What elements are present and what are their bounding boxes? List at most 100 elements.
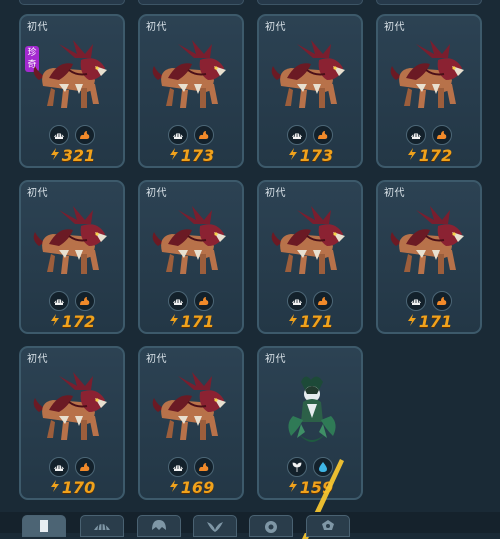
pet-card[interactable]: 初代 172 (376, 14, 482, 168)
shell-icon (168, 291, 188, 311)
pet-card[interactable]: 初代 172 (19, 180, 125, 334)
shell-icon (406, 291, 426, 311)
power-icon (168, 478, 180, 497)
winged-lion-creature (29, 372, 119, 450)
winged-lion-creature (148, 206, 238, 284)
power-icon (49, 312, 61, 331)
power-value: 171 (259, 312, 361, 331)
power-value: 173 (140, 146, 242, 165)
trait-icons (259, 125, 361, 145)
tab-emblem[interactable] (306, 515, 350, 537)
pet-card[interactable]: 初代 171 (376, 180, 482, 334)
power-number: 171 (418, 312, 453, 331)
generation-badge: 初代 (146, 22, 167, 33)
power-number: 321 (61, 146, 96, 165)
power-number: 170 (61, 478, 96, 497)
power-value: 172 (21, 312, 123, 331)
orb-icon (261, 518, 281, 538)
power-icon (287, 312, 299, 331)
shell-icon (92, 518, 112, 538)
pet-card[interactable]: 初代 169 (138, 346, 244, 500)
winged-lion-creature (267, 206, 357, 284)
power-number: 171 (299, 312, 334, 331)
pet-card[interactable]: 初代 170 (19, 346, 125, 500)
pet-card[interactable]: 初代 173 (138, 14, 244, 168)
category-tab-bar (0, 512, 500, 537)
pet-card[interactable]: 初代 珍奇 321 (19, 14, 125, 168)
tab-wing[interactable] (193, 515, 237, 537)
flame-icon (75, 125, 95, 145)
trait-icons (21, 291, 123, 311)
flame-icon (313, 125, 333, 145)
card-edge (138, 0, 244, 5)
power-icon (168, 146, 180, 165)
tab-orb[interactable] (249, 515, 293, 537)
generation-badge: 初代 (146, 188, 167, 199)
trait-icons (259, 291, 361, 311)
power-value: 171 (378, 312, 480, 331)
winged-lion-creature (386, 206, 476, 284)
flame-icon (194, 125, 214, 145)
generation-badge: 初代 (146, 354, 167, 365)
power-value: 169 (140, 478, 242, 497)
pet-card[interactable]: 初代 171 (138, 180, 244, 334)
power-number: 173 (180, 146, 215, 165)
trait-icons (140, 291, 242, 311)
shell-icon (168, 125, 188, 145)
pet-card[interactable]: 初代 173 (257, 14, 363, 168)
generation-badge: 初代 (27, 22, 48, 33)
power-icon (168, 312, 180, 331)
power-number: 173 (299, 146, 334, 165)
plant-spirit-creature (267, 372, 357, 450)
generation-badge: 初代 (265, 354, 286, 365)
power-icon (406, 312, 418, 331)
flame-icon (432, 125, 452, 145)
trait-icons (21, 457, 123, 477)
shell-icon (287, 125, 307, 145)
list-icon (37, 518, 51, 538)
flame-icon (75, 457, 95, 477)
power-number: 169 (180, 478, 215, 497)
tab-shell[interactable] (80, 515, 124, 537)
shell-icon (49, 457, 69, 477)
power-value: 172 (378, 146, 480, 165)
power-icon (49, 478, 61, 497)
power-value: 173 (259, 146, 361, 165)
flame-icon (313, 291, 333, 311)
tab-list[interactable] (22, 515, 66, 537)
flame-icon (75, 291, 95, 311)
emblem-icon (318, 518, 338, 538)
card-edge (19, 0, 125, 5)
trait-icons (378, 291, 480, 311)
trait-icons (140, 125, 242, 145)
trait-icons (378, 125, 480, 145)
trait-icons (140, 457, 242, 477)
power-icon (287, 478, 299, 497)
power-icon (287, 146, 299, 165)
winged-lion-creature (148, 40, 238, 118)
generation-badge: 初代 (27, 188, 48, 199)
power-number: 172 (61, 312, 96, 331)
winged-lion-creature (386, 40, 476, 118)
winged-lion-creature (267, 40, 357, 118)
flame-icon (194, 291, 214, 311)
flame-icon (194, 457, 214, 477)
shell-icon (287, 291, 307, 311)
generation-badge: 初代 (384, 22, 405, 33)
power-number: 172 (418, 146, 453, 165)
tab-helmet[interactable] (137, 515, 181, 537)
card-edge (376, 0, 482, 5)
card-edge (257, 0, 363, 5)
pet-grid: 初代 珍奇 321 初代 173 初代 173 初代 172 初代 172 初代… (0, 0, 500, 533)
generation-badge: 初代 (265, 188, 286, 199)
power-icon (406, 146, 418, 165)
pet-card[interactable]: 初代 171 (257, 180, 363, 334)
shell-icon (168, 457, 188, 477)
power-icon (49, 146, 61, 165)
generation-badge: 初代 (384, 188, 405, 199)
flame-icon (432, 291, 452, 311)
wing-icon (205, 518, 225, 538)
power-number: 171 (180, 312, 215, 331)
winged-lion-creature (148, 372, 238, 450)
power-value: 170 (21, 478, 123, 497)
